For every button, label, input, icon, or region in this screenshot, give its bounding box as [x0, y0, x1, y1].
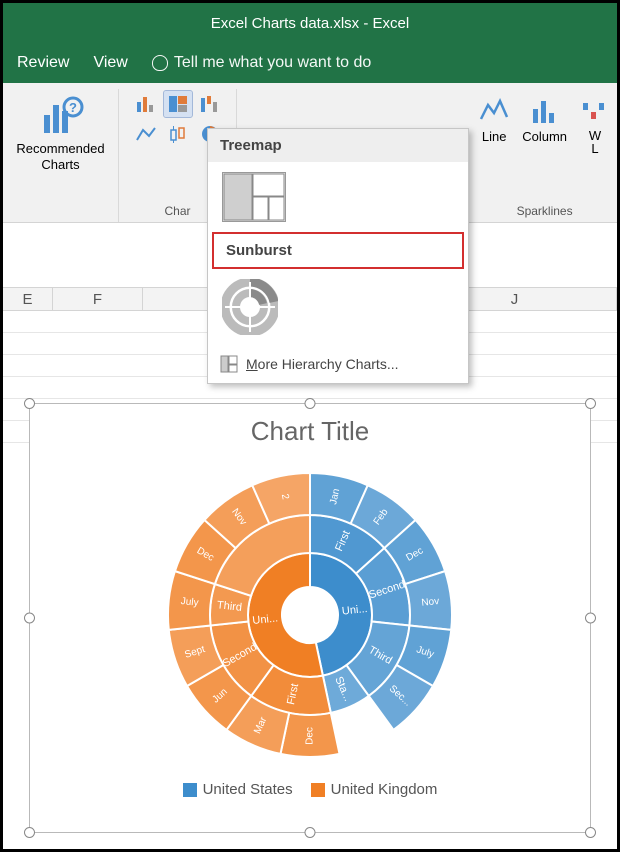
resize-handle-bl[interactable] [24, 827, 35, 838]
resize-handle-tr[interactable] [585, 398, 596, 409]
col-header-f[interactable]: F [53, 288, 143, 310]
lightbulb-icon [152, 55, 168, 71]
chart-btn-line[interactable] [132, 121, 160, 147]
treemap-chart-option[interactable] [222, 172, 286, 222]
sunburst-chart[interactable]: Uni...FirstJanFebSecondDecNovThirdJulySe… [140, 455, 480, 775]
dropdown-treemap-header: Treemap [208, 129, 468, 162]
more-hierarchy-icon [220, 355, 238, 373]
col-header-e[interactable]: E [3, 288, 53, 310]
more-hierarchy-label: More Hierarchy Charts... [246, 356, 399, 372]
sparkline-column-label: Column [522, 129, 567, 144]
tab-view[interactable]: View [93, 54, 127, 72]
dropdown-sunburst-section [208, 269, 468, 345]
resize-handle-tm[interactable] [305, 398, 316, 409]
hierarchy-chart-dropdown: Treemap Sunburst [207, 128, 469, 384]
legend-swatch-blue [183, 783, 197, 797]
tell-me-label: Tell me what you want to do [174, 54, 371, 72]
legend-label-uk: United Kingdom [331, 781, 438, 798]
sparklines-group-label: Sparklines [517, 204, 573, 218]
chart-btn-stats[interactable] [164, 121, 192, 147]
sparkline-column-icon [529, 95, 561, 127]
resize-handle-ml[interactable] [24, 613, 35, 624]
treemap-icon [223, 173, 285, 221]
more-hierarchy-charts-link[interactable]: More Hierarchy Charts... [208, 345, 468, 383]
chart-legend[interactable]: United States United Kingdom [30, 781, 590, 798]
resize-handle-tl[interactable] [24, 398, 35, 409]
legend-item-us[interactable]: United States [183, 781, 293, 798]
ribbon-group-sparklines: Line Column W L Sparklines [466, 89, 617, 222]
legend-item-uk[interactable]: United Kingdom [311, 781, 438, 798]
svg-text:Nov: Nov [421, 596, 440, 609]
sparkline-winloss-label: W L [589, 129, 601, 155]
svg-text:July: July [180, 596, 199, 609]
legend-swatch-orange [311, 783, 325, 797]
ribbon-tab-bar: Review View Tell me what you want to do [3, 43, 617, 83]
recommended-charts-icon: ? [38, 93, 84, 139]
resize-handle-bm[interactable] [305, 827, 316, 838]
chart-title[interactable]: Chart Title [30, 416, 590, 447]
recommended-charts-label: Recommended Charts [16, 141, 104, 172]
chart-btn-column[interactable] [132, 91, 160, 117]
chart-btn-hierarchy[interactable] [164, 91, 192, 117]
sunburst-icon [222, 279, 278, 335]
resize-handle-mr[interactable] [585, 613, 596, 624]
sparkline-winloss-button[interactable]: W L [575, 93, 615, 157]
charts-group-label: Char [164, 204, 190, 218]
window-title-bar: Excel Charts data.xlsx - Excel [3, 3, 617, 43]
tab-review[interactable]: Review [17, 54, 69, 72]
resize-handle-br[interactable] [585, 827, 596, 838]
svg-text:Dec: Dec [305, 727, 316, 745]
sunburst-chart-option[interactable] [222, 279, 278, 335]
svg-text:?: ? [69, 100, 77, 115]
sparkline-line-label: Line [482, 129, 507, 144]
chart-btn-waterfall[interactable] [196, 91, 224, 117]
tell-me-box[interactable]: Tell me what you want to do [152, 54, 371, 72]
window-title: Excel Charts data.xlsx - Excel [211, 15, 409, 32]
chart-object[interactable]: Chart Title Uni...FirstJanFebSecondDecNo… [29, 403, 591, 833]
recommended-charts-button[interactable]: ? Recommended Charts [10, 89, 110, 176]
dropdown-treemap-section [208, 162, 468, 232]
sparkline-winloss-icon [579, 95, 611, 127]
sparkline-line-icon [478, 95, 510, 127]
sparkline-column-button[interactable]: Column [518, 93, 571, 157]
dropdown-sunburst-header: Sunburst [212, 232, 464, 269]
ribbon-group-recommended: ? Recommended Charts [3, 89, 119, 222]
sparkline-line-button[interactable]: Line [474, 93, 514, 157]
legend-label-us: United States [203, 781, 293, 798]
